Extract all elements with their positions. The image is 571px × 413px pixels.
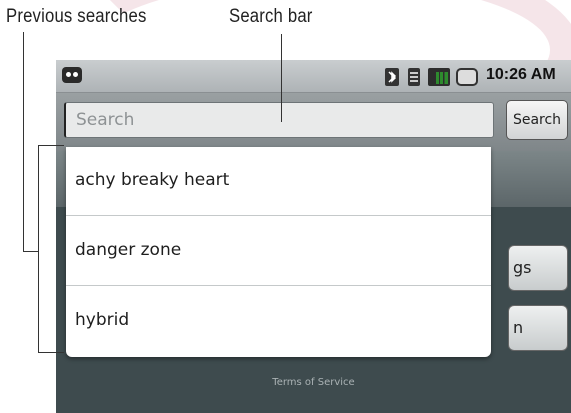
status-bar: 10:26 AM xyxy=(56,60,571,93)
search-input[interactable]: Search xyxy=(64,102,494,138)
previous-searches-bracket xyxy=(38,145,64,146)
divider xyxy=(66,285,491,286)
previous-searches-leader-line xyxy=(23,32,24,252)
bluetooth-icon xyxy=(385,68,399,86)
previous-search-item[interactable]: achy breaky heart xyxy=(66,147,491,217)
previous-searches-dropdown: achy breaky heart danger zone hybrid xyxy=(66,147,491,357)
app-notification-icon xyxy=(62,67,82,83)
battery-icon xyxy=(456,68,478,86)
divider xyxy=(66,215,491,216)
previous-searches-bracket xyxy=(38,145,39,353)
screenshot-figure: Previous searches Search bar 10:26 AM Se… xyxy=(0,0,571,413)
previous-searches-bracket xyxy=(38,352,64,353)
terms-of-service-link[interactable]: Terms of Service xyxy=(56,377,571,388)
signal-icon xyxy=(428,68,450,86)
background-button-partial[interactable]: n xyxy=(508,305,568,351)
background-button-partial[interactable]: gs xyxy=(508,245,568,291)
previous-search-item[interactable]: danger zone xyxy=(66,217,491,287)
previous-search-item[interactable]: hybrid xyxy=(66,287,491,357)
search-bar-callout: Search bar xyxy=(229,6,313,27)
search-bar-leader-line xyxy=(281,34,282,122)
wifi-icon xyxy=(408,68,420,86)
previous-searches-callout: Previous searches xyxy=(6,6,147,27)
previous-searches-bracket xyxy=(23,251,38,252)
search-button[interactable]: Search xyxy=(506,100,568,140)
status-clock: 10:26 AM xyxy=(486,66,556,83)
search-bar: Search Search xyxy=(56,93,571,151)
